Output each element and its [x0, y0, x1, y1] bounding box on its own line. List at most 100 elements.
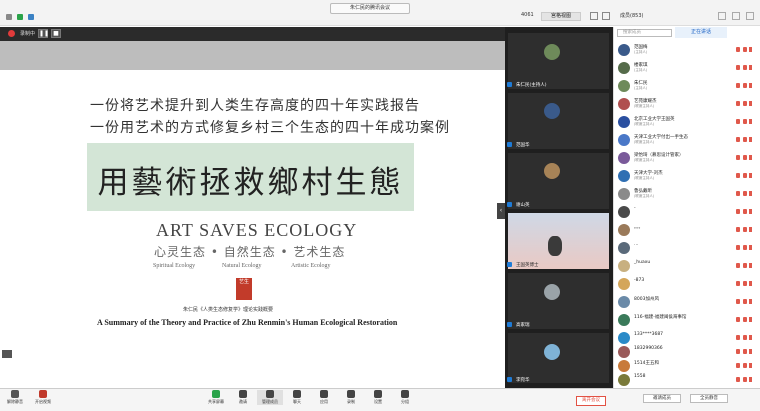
mic-muted-icon[interactable]	[736, 65, 740, 70]
camera-off-icon[interactable]	[743, 263, 747, 268]
info-icon[interactable]	[6, 14, 12, 20]
participant-status-icons[interactable]	[734, 299, 752, 304]
restore-icon[interactable]	[602, 12, 610, 20]
participant-status-icons[interactable]	[734, 281, 752, 286]
view-mode-button[interactable]: 宫格视图	[541, 12, 581, 21]
close-icon[interactable]	[746, 12, 754, 20]
participant-status-icons[interactable]	[734, 317, 752, 322]
camera-off-icon[interactable]	[743, 349, 747, 354]
mute-all-button[interactable]: 全员静音	[690, 394, 728, 403]
pause-recording-button[interactable]: ❚❚	[38, 29, 49, 38]
manage-members-button[interactable]: 管理成员	[257, 390, 283, 405]
camera-off-icon[interactable]	[743, 155, 747, 160]
more-icon[interactable]	[749, 349, 752, 354]
camera-off-icon[interactable]	[743, 281, 747, 286]
participant-status-icons[interactable]	[734, 245, 752, 250]
participant-status-icons[interactable]	[734, 119, 752, 124]
participant-status-icons[interactable]	[734, 155, 752, 160]
toolbar-toggle-icon[interactable]	[2, 350, 12, 358]
video-tile[interactable]	[508, 153, 609, 209]
settings-button[interactable]: 设置	[365, 390, 391, 405]
participant-status-icons[interactable]	[734, 377, 752, 382]
invite-members-button[interactable]: 邀请成员	[643, 394, 681, 403]
mic-muted-icon[interactable]	[736, 83, 740, 88]
camera-off-icon[interactable]	[743, 335, 747, 340]
chat-button[interactable]: 聊天	[284, 390, 310, 405]
participant-status-icons[interactable]	[734, 65, 752, 70]
participant-status-icons[interactable]	[734, 227, 752, 232]
stop-recording-button[interactable]: ■	[51, 29, 61, 38]
camera-off-icon[interactable]	[743, 227, 747, 232]
more-icon[interactable]	[749, 209, 752, 214]
video-tile[interactable]	[508, 273, 609, 329]
unmute-button[interactable]: 解除静音	[2, 390, 28, 405]
more-icon[interactable]	[749, 173, 752, 178]
video-tile[interactable]	[508, 333, 609, 383]
more-icon[interactable]	[749, 227, 752, 232]
mic-muted-icon[interactable]	[736, 263, 740, 268]
camera-off-icon[interactable]	[743, 65, 747, 70]
camera-off-icon[interactable]	[743, 363, 747, 368]
video-tile[interactable]	[508, 93, 609, 149]
more-icon[interactable]	[749, 377, 752, 382]
record-button[interactable]: 录制	[338, 390, 364, 405]
camera-off-icon[interactable]	[743, 191, 747, 196]
participant-status-icons[interactable]	[734, 335, 752, 340]
mic-muted-icon[interactable]	[736, 335, 740, 340]
mic-muted-icon[interactable]	[736, 377, 740, 382]
more-icon[interactable]	[749, 363, 752, 368]
member-search-input[interactable]: 搜索成员	[617, 29, 672, 37]
mic-muted-icon[interactable]	[736, 191, 740, 196]
shield-icon[interactable]	[17, 14, 23, 20]
share-screen-button[interactable]: 共享屏幕	[203, 390, 229, 405]
mic-muted-icon[interactable]	[736, 363, 740, 368]
more-icon[interactable]	[749, 263, 752, 268]
more-icon[interactable]	[749, 137, 752, 142]
more-icon[interactable]	[749, 191, 752, 196]
breakout-button[interactable]: 分组	[392, 390, 418, 405]
collapse-panel-arrow-icon[interactable]: ‹	[497, 203, 505, 219]
more-icon[interactable]	[749, 155, 752, 160]
participant-status-icons[interactable]	[734, 209, 752, 214]
minimize-icon[interactable]	[718, 12, 726, 20]
participant-status-icons[interactable]	[734, 137, 752, 142]
camera-off-icon[interactable]	[743, 299, 747, 304]
camera-off-icon[interactable]	[743, 137, 747, 142]
mic-muted-icon[interactable]	[736, 349, 740, 354]
more-icon[interactable]	[749, 47, 752, 52]
camera-off-icon[interactable]	[743, 47, 747, 52]
camera-off-icon[interactable]	[743, 173, 747, 178]
invite-button[interactable]: 邀请	[230, 390, 256, 405]
camera-off-icon[interactable]	[743, 245, 747, 250]
leave-meeting-button[interactable]: 离开会议	[576, 396, 606, 406]
participant-status-icons[interactable]	[734, 363, 752, 368]
more-icon[interactable]	[749, 83, 752, 88]
camera-off-icon[interactable]	[743, 377, 747, 382]
mic-muted-icon[interactable]	[736, 281, 740, 286]
video-tile[interactable]	[508, 33, 609, 89]
apps-button[interactable]: 应用	[311, 390, 337, 405]
participant-status-icons[interactable]	[734, 349, 752, 354]
mic-muted-icon[interactable]	[736, 101, 740, 106]
more-icon[interactable]	[749, 245, 752, 250]
camera-off-icon[interactable]	[743, 119, 747, 124]
maximize-icon[interactable]	[732, 12, 740, 20]
camera-off-icon[interactable]	[743, 209, 747, 214]
participant-status-icons[interactable]	[734, 263, 752, 268]
mic-muted-icon[interactable]	[736, 227, 740, 232]
mic-muted-icon[interactable]	[736, 245, 740, 250]
mic-muted-icon[interactable]	[736, 173, 740, 178]
camera-off-icon[interactable]	[743, 83, 747, 88]
more-icon[interactable]	[749, 281, 752, 286]
start-video-button[interactable]: 开启视频	[30, 390, 56, 405]
more-icon[interactable]	[749, 335, 752, 340]
more-icon[interactable]	[749, 65, 752, 70]
camera-off-icon[interactable]	[743, 317, 747, 322]
participant-status-icons[interactable]	[734, 191, 752, 196]
mic-muted-icon[interactable]	[736, 47, 740, 52]
signal-icon[interactable]	[28, 14, 34, 20]
mic-muted-icon[interactable]	[736, 155, 740, 160]
participant-status-icons[interactable]	[734, 101, 752, 106]
mic-muted-icon[interactable]	[736, 317, 740, 322]
participant-status-icons[interactable]	[734, 173, 752, 178]
